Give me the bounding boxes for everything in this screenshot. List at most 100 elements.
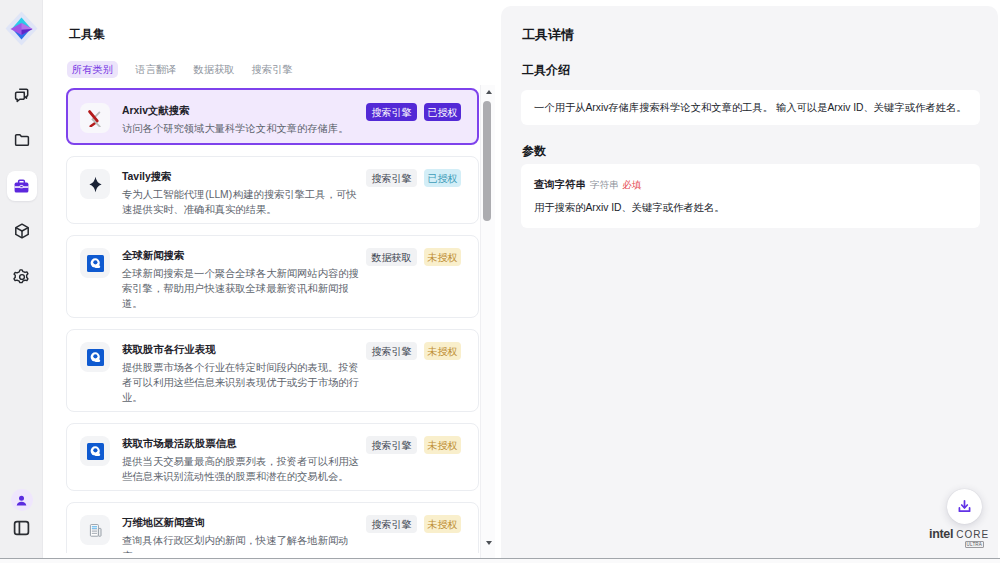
- tool-title: 获取市场最活跃股票信息: [122, 436, 361, 451]
- scroll-up-button[interactable]: [481, 87, 496, 97]
- tool-desc: 提供当天交易量最高的股票列表，投资者可以利用这些信息来识别流动性强的股票和潜在的…: [122, 454, 361, 484]
- intro-text: 一个用于从Arxiv存储库搜索科学论文和文章的工具。 输入可以是Arxiv ID…: [534, 101, 966, 115]
- juhe-news-logo-icon: [80, 248, 110, 278]
- card-tags: 搜索引擎 已授权: [366, 169, 461, 217]
- category-badge: 数据获取: [366, 248, 417, 266]
- category-badge: 搜索引擎: [366, 169, 417, 187]
- tab-language-translation[interactable]: 语言翻译: [135, 64, 176, 75]
- tool-desc: 全球新闻搜索是一个聚合全球各大新闻网站内容的搜索引擎，帮助用户快速获取全球最新资…: [122, 266, 361, 311]
- tool-card-arxiv[interactable]: Arxiv文献搜索 访问各个研究领域大量科学论文和文章的存储库。 搜索引擎 已授…: [66, 88, 479, 145]
- avatar: [11, 489, 33, 511]
- card-text: 万维地区新闻查询 查询具体行政区划内的新闻，快速了解各地新闻动态。: [122, 515, 361, 553]
- card-text: Tavily搜索 专为人工智能代理 (LLM) 构建的搜索引擎工具，可快速提供实…: [122, 169, 361, 217]
- cube-icon: [13, 222, 31, 240]
- icon-sidebar: [0, 0, 43, 558]
- juhe-stock-logo-icon: [80, 436, 110, 466]
- newspaper-icon: [80, 515, 110, 545]
- param-head: 查询字符串 字符串 必填: [534, 178, 967, 192]
- category-badge: 搜索引擎: [366, 103, 417, 121]
- tool-list-panel: 工具集 所有类别 语言翻译 数据获取 搜索引擎 Arxiv文献搜索: [44, 0, 497, 558]
- tool-card-regional-news[interactable]: 万维地区新闻查询 查询具体行政区划内的新闻，快速了解各地新闻动态。 搜索引擎 未…: [66, 502, 479, 553]
- list-scrollbar: [480, 85, 495, 558]
- tool-card-global-news[interactable]: 全球新闻搜索 全球新闻搜索是一个聚合全球各大新闻网站内容的搜索引擎，帮助用户快速…: [66, 235, 479, 318]
- app-logo gem-logo-icon: [4, 10, 39, 47]
- triangle-up-icon: [486, 90, 492, 94]
- tool-desc: 提供股票市场各个行业在特定时间段内的表现。投资者可以利用这些信息来识别表现优于或…: [122, 360, 361, 405]
- core-wordmark: CORE: [956, 529, 989, 540]
- category-badge: 搜索引擎: [366, 436, 417, 454]
- sidebar-item-toolbox[interactable]: [0, 171, 43, 201]
- detail-title: 工具详情: [522, 26, 574, 44]
- auth-badge: 未授权: [424, 342, 461, 360]
- sidebar-toggle-icon: [13, 520, 30, 536]
- params-heading: 参数: [522, 143, 546, 160]
- tab-all-categories[interactable]: 所有类别: [67, 61, 118, 78]
- tool-card-tavily[interactable]: Tavily搜索 专为人工智能代理 (LLM) 构建的搜索引擎工具，可快速提供实…: [66, 156, 479, 224]
- tool-title: Arxiv文献搜索: [122, 103, 361, 118]
- tab-search-engine[interactable]: 搜索引擎: [252, 64, 293, 75]
- auth-badge: 未授权: [424, 248, 461, 266]
- param-desc: 用于搜索的Arxiv ID、关键字或作者姓名。: [534, 201, 967, 215]
- auth-badge: 未授权: [424, 515, 461, 533]
- gear-icon: [13, 268, 31, 286]
- tool-title: 全球新闻搜索: [122, 248, 361, 263]
- intel-core-logo: intel CORE ULTRA: [929, 527, 985, 541]
- scrollbar-thumb[interactable]: [483, 101, 491, 221]
- intro-box: 一个用于从Arxiv存储库搜索科学论文和文章的工具。 输入可以是Arxiv ID…: [521, 90, 980, 125]
- ultra-badge: ULTRA: [965, 541, 984, 548]
- sidebar-item-settings[interactable]: [0, 262, 43, 292]
- juhe-stock-logo-icon: [80, 342, 110, 372]
- tool-title: 获取股市各行业表现: [122, 342, 361, 357]
- intro-heading: 工具介绍: [522, 62, 570, 79]
- card-tags: 搜索引擎 已授权: [366, 103, 461, 136]
- tool-detail-panel: 工具详情 工具介绍 一个用于从Arxiv存储库搜索科学论文和文章的工具。 输入可…: [501, 6, 998, 558]
- download-button[interactable]: [947, 489, 982, 524]
- active-tile: [7, 171, 37, 201]
- app-window: 工具集 所有类别 语言翻译 数据获取 搜索引擎 Arxiv文献搜索: [0, 0, 1000, 563]
- sidebar-toggle-button[interactable]: [0, 513, 43, 543]
- arxiv-logo-icon: [80, 103, 110, 133]
- tool-title: 万维地区新闻查询: [122, 515, 361, 530]
- triangle-down-icon: [486, 541, 492, 545]
- tool-card-stock-sectors[interactable]: 获取股市各行业表现 提供股票市场各个行业在特定时间段内的表现。投资者可以利用这些…: [66, 329, 479, 412]
- card-text: 获取股市各行业表现 提供股票市场各个行业在特定时间段内的表现。投资者可以利用这些…: [122, 342, 361, 405]
- category-badge: 搜索引擎: [366, 515, 417, 533]
- tab-data-fetch[interactable]: 数据获取: [193, 64, 234, 75]
- auth-badge: 已授权: [424, 169, 461, 187]
- download-icon: [956, 498, 973, 515]
- brand-row: intel CORE: [929, 527, 985, 541]
- card-text: 获取市场最活跃股票信息 提供当天交易量最高的股票列表，投资者可以利用这些信息来识…: [122, 436, 361, 484]
- window-bottom-edge: [0, 558, 1000, 563]
- tool-card-list: Arxiv文献搜索 访问各个研究领域大量科学论文和文章的存储库。 搜索引擎 已授…: [66, 88, 479, 553]
- category-tabs: 所有类别 语言翻译 数据获取 搜索引擎: [67, 61, 293, 78]
- auth-badge: 未授权: [424, 436, 461, 454]
- chat-icon: [13, 86, 31, 104]
- card-text: Arxiv文献搜索 访问各个研究领域大量科学论文和文章的存储库。: [122, 103, 361, 136]
- card-tags: 搜索引擎 未授权: [366, 515, 461, 553]
- sidebar-item-chat[interactable]: [0, 80, 43, 110]
- tool-desc: 专为人工智能代理 (LLM) 构建的搜索引擎工具，可快速提供实时、准确和真实的结…: [122, 187, 361, 217]
- param-type: 字符串: [590, 179, 619, 192]
- sidebar-item-files[interactable]: [0, 125, 43, 155]
- param-required-badge: 必填: [622, 179, 641, 192]
- card-tags: 数据获取 未授权: [366, 248, 461, 311]
- briefcase-icon: [13, 178, 30, 195]
- page-title: 工具集: [69, 27, 105, 43]
- intel-wordmark: intel: [929, 527, 953, 541]
- scroll-down-button[interactable]: [481, 538, 496, 548]
- tool-card-active-stocks[interactable]: 获取市场最活跃股票信息 提供当天交易量最高的股票列表，投资者可以利用这些信息来识…: [66, 423, 479, 491]
- auth-badge: 已授权: [424, 103, 461, 121]
- card-text: 全球新闻搜索 全球新闻搜索是一个聚合全球各大新闻网站内容的搜索引擎，帮助用户快速…: [122, 248, 361, 311]
- category-badge: 搜索引擎: [366, 342, 417, 360]
- folder-icon: [13, 131, 31, 149]
- user-icon: [15, 494, 28, 507]
- tool-title: Tavily搜索: [122, 169, 361, 184]
- card-tags: 搜索引擎 未授权: [366, 342, 461, 405]
- tavily-star-logo-icon: [80, 169, 110, 199]
- param-box: 查询字符串 字符串 必填 用于搜索的Arxiv ID、关键字或作者姓名。: [521, 164, 980, 228]
- tool-desc: 查询具体行政区划内的新闻，快速了解各地新闻动态。: [122, 533, 361, 554]
- tool-desc: 访问各个研究领域大量科学论文和文章的存储库。: [122, 121, 361, 136]
- sidebar-item-packages[interactable]: [0, 216, 43, 246]
- card-tags: 搜索引擎 未授权: [366, 436, 461, 484]
- sidebar-item-account[interactable]: [0, 485, 43, 515]
